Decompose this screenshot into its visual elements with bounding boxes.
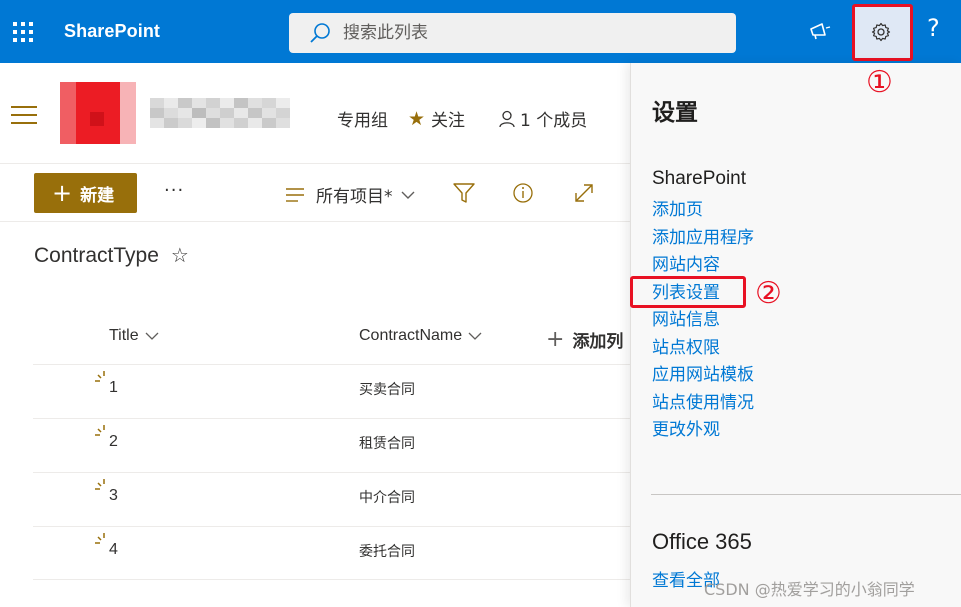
expand-icon[interactable] [572,181,596,205]
list-title-row: ContractType ☆ [34,243,189,268]
office365-section-title: Office 365 [652,529,752,554]
column-title-label: Title [109,327,139,344]
add-column-label: 添加列 [572,332,624,352]
help-button[interactable]: ? [927,14,955,50]
view-selector[interactable]: 所有项目* [286,182,415,207]
more-options-button[interactable]: ··· [164,180,184,201]
person-icon [499,110,515,127]
chevron-down-icon [468,332,482,340]
search-box[interactable] [289,13,736,53]
link-site-usage[interactable]: 站点使用情况 [652,390,754,418]
annotation-mark-1: ① [866,65,893,100]
table-row[interactable]: 3 中介合同 [33,472,630,526]
contract-name-cell: 中介合同 [359,490,415,506]
follow-label: 关注 [431,111,466,131]
settings-links: 添加页 添加应用程序 网站内容 列表设置 网站信息 站点权限 应用网站模板 站点… [652,197,754,445]
column-contractname-label: ContractName [359,327,463,344]
link-site-info[interactable]: 网站信息 [652,307,754,335]
link-site-permissions[interactable]: 站点权限 [652,335,754,363]
plus-icon: + [546,326,565,352]
new-label: 新建 [80,185,115,206]
hamburger-menu-icon[interactable] [11,106,37,124]
site-name-blurred [150,98,290,128]
table-row[interactable]: 1 买卖合同 [33,364,630,418]
gear-icon [871,22,891,42]
star-outline-icon[interactable]: ☆ [171,243,189,268]
column-header-contractname[interactable]: ContractName [359,327,482,345]
settings-panel-title: 设置 [652,100,698,126]
app-name[interactable]: SharePoint [64,21,160,42]
contract-name-cell: 委托合同 [359,544,415,560]
list-settings-highlight-box [630,276,746,308]
add-column-button[interactable]: + 添加列 [546,327,623,352]
list-title: ContractType [34,243,159,267]
settings-button[interactable] [852,4,913,61]
members-label: 1 个成员 [520,111,588,131]
site-logo[interactable] [60,82,136,144]
new-item-button[interactable]: + 新建 [34,173,137,213]
app-launcher-icon[interactable] [11,20,35,44]
suite-bar: SharePoint ? [0,0,961,63]
megaphone-icon[interactable] [806,20,834,44]
title-cell[interactable]: 3 [109,487,118,505]
title-cell[interactable]: 4 [109,541,118,559]
watermark: CSDN @热爱学习的小翁同学 [704,580,915,599]
filter-icon[interactable] [452,181,476,205]
star-filled-icon: ★ [408,107,426,130]
members-button[interactable]: 1 个成员 [498,106,587,131]
search-icon [309,22,331,44]
group-type-label: 专用组 [337,111,388,131]
settings-panel: 设置 SharePoint 添加页 添加应用程序 网站内容 列表设置 网站信息 … [630,63,961,607]
table-row[interactable]: 4 委托合同 [33,526,630,580]
annotation-mark-2: ② [755,276,782,311]
column-header-title[interactable]: Title [109,327,159,345]
follow-button[interactable]: ★ 关注 [408,106,466,132]
panel-divider [651,494,961,495]
command-bar-divider [0,221,630,222]
contract-name-cell: 买卖合同 [359,382,415,398]
sharepoint-section-title: SharePoint [652,168,747,189]
contract-name-cell: 租赁合同 [359,436,415,452]
link-change-look[interactable]: 更改外观 [652,417,754,445]
link-apply-site-template[interactable]: 应用网站模板 [652,362,754,390]
view-lines-icon [286,187,304,202]
chevron-down-icon [145,332,159,340]
view-label: 所有项目* [316,187,393,207]
header-divider [0,163,630,164]
link-add-app[interactable]: 添加应用程序 [652,225,754,253]
chevron-down-icon [401,191,414,199]
plus-icon: + [52,179,73,207]
title-cell[interactable]: 1 [109,379,118,397]
link-add-page[interactable]: 添加页 [652,197,754,225]
table-row[interactable]: 2 租赁合同 [33,418,630,472]
info-icon[interactable] [511,181,535,205]
search-input[interactable] [343,19,723,47]
title-cell[interactable]: 2 [109,433,118,451]
